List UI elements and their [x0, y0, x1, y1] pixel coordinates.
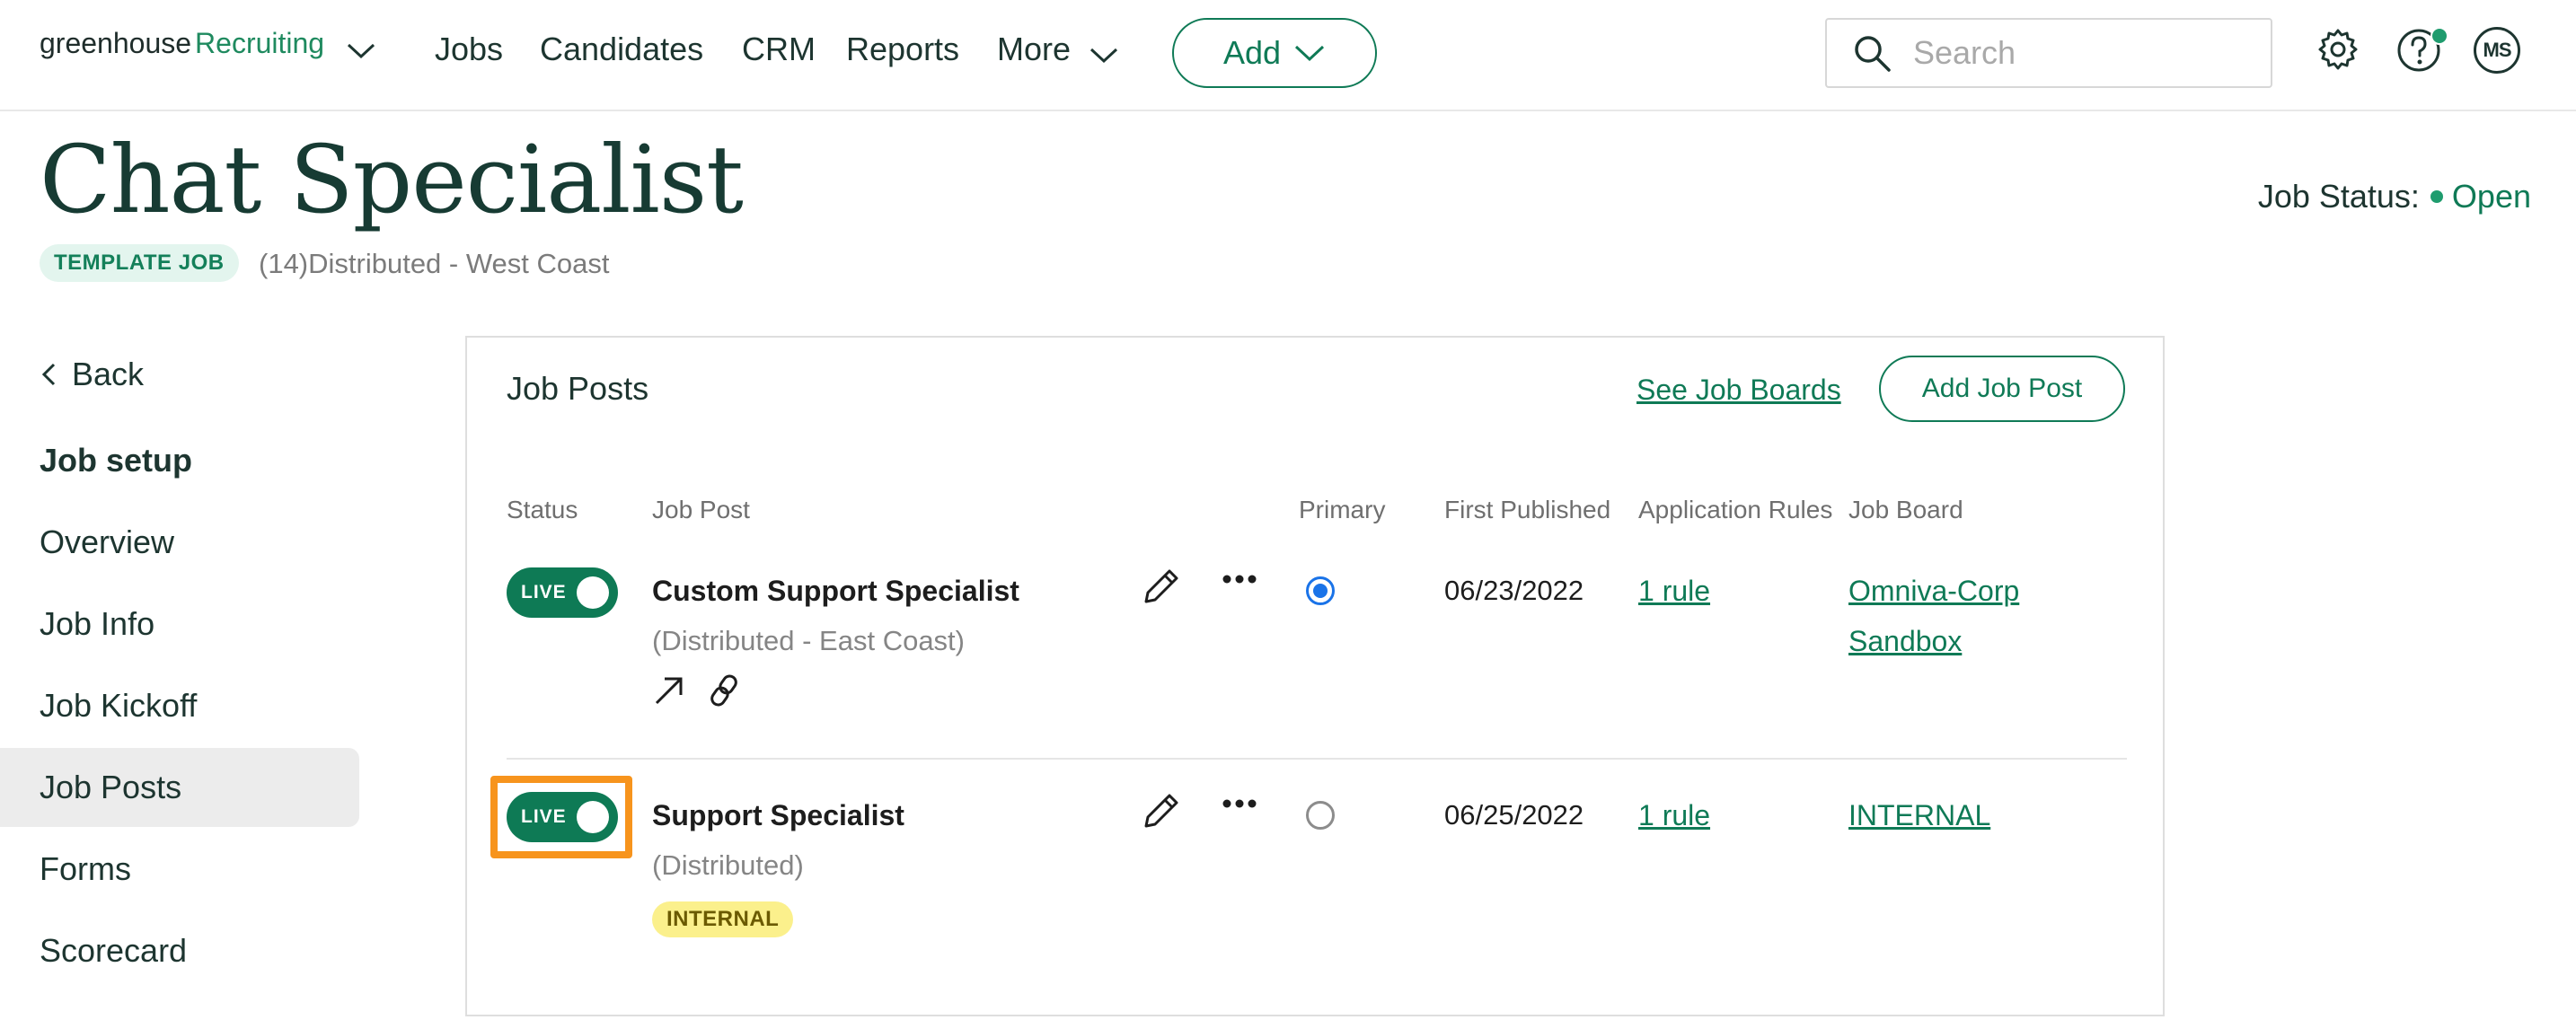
- primary-radio-unselected[interactable]: [1306, 801, 1335, 830]
- page-title: Chat Specialist: [40, 125, 744, 234]
- notification-dot: [2430, 27, 2448, 45]
- job-post-location: (Distributed): [652, 849, 804, 881]
- top-nav: greenhouse Recruiting Jobs Candidates CR…: [0, 0, 2576, 111]
- col-header-first-published: First Published: [1444, 496, 1611, 523]
- sidebar-item-scorecard[interactable]: Scorecard: [0, 911, 359, 990]
- more-chevron-down-icon[interactable]: [1089, 45, 1119, 65]
- link-icon[interactable]: [706, 672, 742, 709]
- first-published-date: 06/25/2022: [1444, 799, 1584, 831]
- job-board-link[interactable]: INTERNAL: [1848, 790, 1990, 840]
- nav-crm[interactable]: CRM: [742, 31, 816, 68]
- nav-jobs[interactable]: Jobs: [435, 31, 503, 68]
- live-toggle[interactable]: LIVE: [507, 792, 618, 842]
- toggle-label: LIVE: [521, 582, 567, 602]
- sidebar-item-overview[interactable]: Overview: [0, 503, 359, 582]
- col-header-primary: Primary: [1299, 496, 1386, 523]
- toggle-knob: [577, 801, 609, 833]
- job-post-title[interactable]: Custom Support Specialist: [652, 575, 1019, 608]
- sidebar-item-label: Scorecard: [40, 932, 188, 969]
- col-header-job-board: Job Board: [1848, 496, 1963, 523]
- help-icon[interactable]: [2396, 27, 2448, 74]
- job-posts-panel: Job Posts See Job Boards Add Job Post St…: [465, 336, 2165, 1016]
- pencil-edit-icon[interactable]: [1139, 566, 1182, 609]
- panel-title: Job Posts: [507, 370, 649, 407]
- radio-dot: [1313, 584, 1328, 598]
- toggle-knob: [577, 576, 609, 609]
- sidebar-item-job-posts[interactable]: Job Posts: [0, 748, 359, 827]
- add-button[interactable]: Add: [1172, 18, 1377, 88]
- sidebar-item-label: Forms: [40, 850, 131, 887]
- job-status-value[interactable]: Open: [2452, 178, 2531, 215]
- sidebar-item-job-info[interactable]: Job Info: [0, 585, 359, 664]
- sidebar-item-label: Job Posts: [40, 769, 182, 805]
- add-button-label: Add: [1222, 34, 1282, 71]
- col-header-status: Status: [507, 496, 578, 523]
- sidebar-heading: Job setup: [40, 442, 193, 479]
- chevron-down-icon[interactable]: [345, 40, 377, 61]
- back-label: Back: [72, 356, 145, 392]
- more-options-icon[interactable]: [1222, 573, 1257, 585]
- nav-reports[interactable]: Reports: [846, 31, 959, 68]
- nav-candidates[interactable]: Candidates: [540, 31, 703, 68]
- see-job-boards-link[interactable]: See Job Boards: [1636, 374, 1841, 407]
- sidebar-item-label: Overview: [40, 523, 175, 560]
- search-box[interactable]: [1825, 18, 2272, 88]
- gear-icon[interactable]: [2316, 27, 2360, 72]
- add-job-post-button[interactable]: Add Job Post: [1879, 356, 2125, 422]
- first-published-date: 06/23/2022: [1444, 575, 1584, 606]
- greenhouse-logo[interactable]: greenhouse Recruiting: [40, 27, 324, 72]
- sidebar-item-label: Job Info: [40, 605, 155, 642]
- logo-product-text: Recruiting: [195, 27, 325, 59]
- job-post-location: (Distributed - East Coast): [652, 625, 965, 656]
- status-dot: [2430, 190, 2443, 203]
- avatar[interactable]: MS: [2474, 27, 2520, 74]
- internal-badge: INTERNAL: [652, 901, 794, 937]
- sidebar-item-label: Job Kickoff: [40, 687, 198, 724]
- nav-more[interactable]: More: [997, 31, 1071, 68]
- external-link-arrow-icon[interactable]: [652, 673, 686, 708]
- back-link[interactable]: Back: [40, 356, 144, 393]
- job-post-title[interactable]: Support Specialist: [652, 799, 904, 832]
- job-board-link[interactable]: Omniva-Corp: [1848, 566, 2019, 616]
- job-status: Job Status: Open: [2258, 178, 2531, 215]
- search-icon: [1855, 36, 1891, 72]
- pencil-edit-icon[interactable]: [1139, 790, 1182, 833]
- job-board-link-line2[interactable]: Sandbox: [1848, 616, 1962, 666]
- more-options-icon[interactable]: [1222, 797, 1257, 810]
- chevron-left-icon: [41, 363, 56, 386]
- toggle-label: LIVE: [521, 806, 567, 827]
- primary-radio-selected[interactable]: [1306, 576, 1335, 605]
- row-divider: [507, 758, 2127, 760]
- job-status-label: Job Status:: [2257, 178, 2420, 215]
- search-input[interactable]: [1911, 33, 2238, 73]
- sidebar-item-forms[interactable]: Forms: [0, 830, 359, 909]
- template-job-badge: TEMPLATE JOB: [40, 244, 239, 282]
- sidebar-item-job-kickoff[interactable]: Job Kickoff: [0, 666, 359, 745]
- add-chevron-down-icon: [1295, 45, 1325, 62]
- col-header-application-rules: Application Rules: [1638, 496, 1833, 523]
- job-subtitle: (14)Distributed - West Coast: [259, 248, 610, 279]
- application-rules-link[interactable]: 1 rule: [1638, 566, 1710, 616]
- logo-main-text: greenhouse: [40, 27, 192, 59]
- live-toggle[interactable]: LIVE: [507, 567, 618, 618]
- col-header-job-post: Job Post: [652, 496, 750, 523]
- application-rules-link[interactable]: 1 rule: [1638, 790, 1710, 840]
